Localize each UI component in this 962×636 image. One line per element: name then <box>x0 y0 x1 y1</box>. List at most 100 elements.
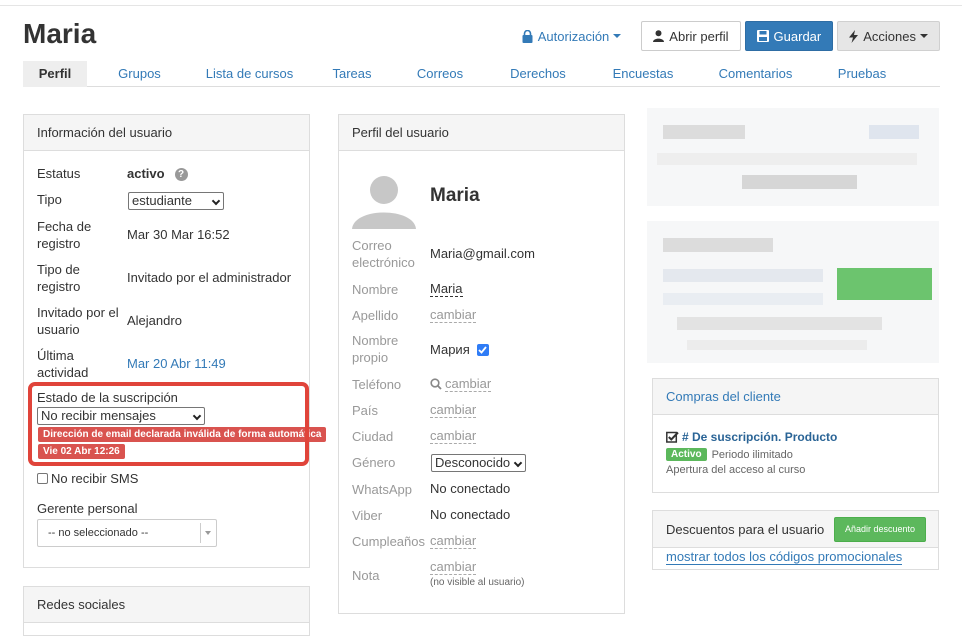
type-label: Tipo <box>37 192 62 207</box>
manager-select[interactable]: -- no seleccionado -- <box>37 519 217 547</box>
birthday-label: Cumpleaños <box>352 534 425 549</box>
page-title: Maria <box>23 18 97 49</box>
purchase-status-row: Activo Periodo ilimitado <box>666 448 793 461</box>
own-name-label: Nombre propio <box>352 333 399 365</box>
city-change-link[interactable]: cambiar <box>430 428 477 444</box>
header-actions: Autorización Abrir perfil Guardar Accion… <box>522 21 940 51</box>
phone-change-link[interactable]: cambiar <box>445 376 492 392</box>
reg-date-value: Mar 30 Mar 16:52 <box>127 227 230 242</box>
user-info-panel: Información del usuario Estatus activo? … <box>23 114 327 568</box>
reg-type-value: Invitado por el administrador <box>127 270 292 285</box>
tab-encuestas[interactable]: Encuestas <box>593 61 693 87</box>
country-change-link[interactable]: cambiar <box>430 402 477 418</box>
floppy-disk-icon <box>756 30 769 42</box>
whatsapp-value: No conectado <box>430 481 511 496</box>
phone-label: Teléfono <box>352 377 402 392</box>
blurred-block-top <box>647 108 939 206</box>
purchases-title[interactable]: Compras del cliente <box>653 379 938 415</box>
purchases-panel: Compras del cliente # De suscripción. Pr… <box>652 378 939 493</box>
status-value: activo <box>127 166 165 181</box>
show-all-promo-codes-link[interactable]: mostrar todos los códigos promocionales <box>666 549 903 565</box>
tab-pruebas[interactable]: Pruebas <box>818 61 906 87</box>
profile-title: Perfil del usuario <box>339 115 624 151</box>
own-name-row: Мария <box>430 342 489 357</box>
purchase-period: Periodo ilimitado <box>711 448 793 461</box>
tab-comentarios[interactable]: Comentarios <box>693 61 818 87</box>
phone-row: cambiar <box>430 376 492 392</box>
note-hint: (no visible al usuario) <box>430 577 525 588</box>
chevron-down-icon <box>211 196 221 206</box>
own-name-checkbox[interactable] <box>476 343 489 356</box>
purchase-description: Apertura del acceso al curso <box>666 464 806 476</box>
search-icon <box>430 378 442 390</box>
actions-dropdown-button[interactable]: Acciones <box>837 21 940 51</box>
select-separator <box>200 523 201 543</box>
authorization-dropdown[interactable]: Autorización <box>522 29 622 44</box>
lock-icon <box>522 29 533 43</box>
tab-grupos[interactable]: Grupos <box>87 61 192 87</box>
user-info-title: Información del usuario <box>24 115 309 151</box>
tab-perfil[interactable]: Perfil <box>23 61 87 87</box>
first-name-label: Nombre <box>352 282 399 297</box>
blurred-block-middle <box>647 221 939 363</box>
tab-tareas[interactable]: Tareas <box>307 61 397 87</box>
birthday-change-link[interactable]: cambiar <box>430 533 477 549</box>
viber-value: No conectado <box>430 507 511 522</box>
first-name-value[interactable]: Maria <box>430 281 463 297</box>
viber-label: Viber <box>352 508 383 523</box>
gender-select-value: Desconocido <box>435 455 511 470</box>
status-label: Estatus <box>37 166 81 181</box>
checked-square-icon <box>666 431 679 443</box>
invited-by-value: Alejandro <box>127 313 182 328</box>
city-label: Ciudad <box>352 429 394 444</box>
actions-label: Acciones <box>863 28 916 44</box>
no-sms-row: No recibir SMS <box>37 471 138 486</box>
invited-by-label: Invitado por el usuario <box>37 305 119 337</box>
email-label: Correo electrónico <box>352 238 415 270</box>
profile-name: Maria <box>430 185 480 206</box>
purchase-item[interactable]: # De suscripción. Producto <box>666 430 837 444</box>
type-select[interactable]: estudiante <box>128 192 224 210</box>
own-name-value: Мария <box>430 342 470 357</box>
bolt-icon <box>849 29 859 43</box>
last-activity-label: Última actividad <box>37 348 89 380</box>
chevron-down-icon <box>513 458 523 468</box>
gender-select[interactable]: Desconocido <box>431 454 526 472</box>
tab-correos[interactable]: Correos <box>397 61 483 87</box>
save-button[interactable]: Guardar <box>744 21 834 51</box>
gender-label: Género <box>352 455 396 470</box>
social-title: Redes sociales <box>24 587 309 623</box>
open-profile-label: Abrir perfil <box>669 28 729 44</box>
save-label: Guardar <box>773 28 822 44</box>
note-change-link[interactable]: cambiar <box>430 559 477 575</box>
caret-down-icon <box>920 34 928 38</box>
manager-label: Gerente personal <box>37 501 138 516</box>
email-value: Maria@gmail.com <box>430 246 535 261</box>
last-name-label: Apellido <box>352 308 399 323</box>
social-panel: Redes sociales <box>23 586 310 636</box>
reg-type-label: Tipo de registro <box>37 262 81 294</box>
help-icon[interactable]: ? <box>174 168 188 181</box>
user-icon <box>653 30 665 42</box>
subscription-highlight-box <box>28 382 309 466</box>
whatsapp-label: WhatsApp <box>352 482 412 497</box>
no-sms-checkbox[interactable] <box>37 473 48 484</box>
tab-derechos[interactable]: Derechos <box>483 61 593 87</box>
authorization-label: Autorización <box>537 28 610 44</box>
purchase-status-badge: Activo <box>666 448 707 461</box>
country-label: País <box>352 403 379 418</box>
open-profile-button[interactable]: Abrir perfil <box>641 21 741 51</box>
tab-lista-de-cursos[interactable]: Lista de cursos <box>192 61 307 87</box>
profile-panel: Perfil del usuario Maria Correo electrón… <box>338 114 625 614</box>
status-value-wrap: activo? <box>127 166 188 181</box>
last-name-change-link[interactable]: cambiar <box>430 307 477 323</box>
note-label: Nota <box>352 568 380 583</box>
manager-select-value: -- no seleccionado -- <box>48 527 149 539</box>
caret-down-icon <box>205 531 211 535</box>
add-discount-button[interactable]: Añadir descuento <box>834 517 927 542</box>
discounts-panel: Descuentos para el usuario Añadir descue… <box>652 510 939 570</box>
avatar[interactable] <box>352 167 416 229</box>
last-activity-value[interactable]: Mar 20 Abr 11:49 <box>127 356 226 371</box>
no-sms-label: No recibir SMS <box>51 471 139 486</box>
caret-down-icon <box>613 34 622 38</box>
